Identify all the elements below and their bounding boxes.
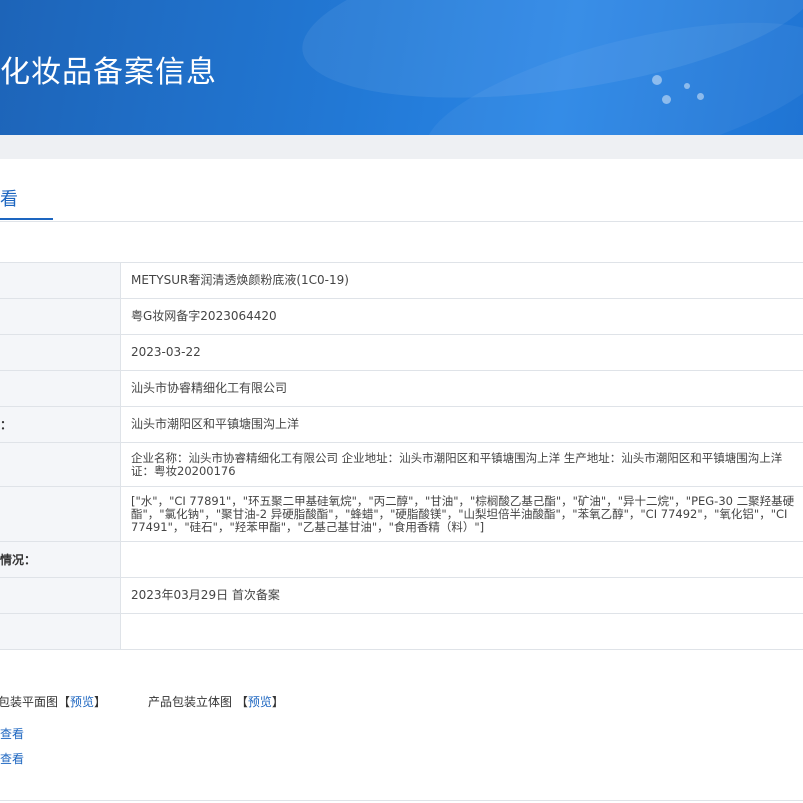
row-value: 汕头市协睿精细化工有限公司 (120, 370, 803, 407)
row-label: 情况： (0, 541, 121, 578)
banner-dot (684, 83, 690, 89)
stereo-package-picture: 产品包装立体图 【预览】 (148, 695, 284, 709)
tab-bar: 看 (0, 159, 803, 222)
row-label (0, 262, 121, 299)
row-value (120, 541, 803, 578)
row-value: 2023-03-22 (120, 334, 803, 371)
row-value: METYSUR奢润清透焕颜粉底液(1C0-19) (120, 262, 803, 299)
row-label (0, 613, 121, 650)
row-label (0, 442, 121, 487)
view-link[interactable]: 查看 (0, 750, 24, 767)
table-row: ["水"，"CI 77891"，"环五聚二甲基硅氧烷"，"丙二醇"，"甘油"，"… (0, 486, 803, 542)
row-label (0, 334, 121, 371)
banner-dot (662, 95, 671, 104)
row-label (0, 298, 121, 335)
row-label (0, 370, 121, 407)
row-label (0, 486, 121, 542)
banner-dot (652, 75, 662, 85)
table-row: 2023-03-22 (0, 334, 803, 371)
table-row: 企业名称：汕头市协睿精细化工有限公司 企业地址：汕头市潮阳区和平镇塘围沟上洋 生… (0, 442, 803, 487)
flat-package-picture: 包装平面图【预览】 (0, 695, 107, 709)
info-table: METYSUR奢润清透焕颜粉底液(1C0-19) 粤G妆网备字202306442… (0, 262, 803, 650)
banner-dot (697, 93, 704, 100)
table-row: 粤G妆网备字2023064420 (0, 298, 803, 335)
table-row: 情况： (0, 541, 803, 578)
preview-flat-link[interactable]: 预览 (70, 695, 94, 709)
table-row: 汕头市协睿精细化工有限公司 (0, 370, 803, 407)
flat-package-label: 包装平面图 (0, 695, 59, 709)
row-label: ： (0, 406, 121, 443)
header-banner: 化妆品备案信息 (0, 0, 803, 135)
divider (0, 800, 803, 801)
row-value: 企业名称：汕头市协睿精细化工有限公司 企业地址：汕头市潮阳区和平镇塘围沟上洋 生… (120, 442, 803, 487)
active-tab-indicator (0, 218, 53, 220)
view-link[interactable]: 查看 (0, 725, 24, 742)
row-value (120, 613, 803, 650)
table-row (0, 613, 803, 650)
table-row: ： 汕头市潮阳区和平镇塘围沟上洋 (0, 406, 803, 443)
page-title: 化妆品备案信息 (0, 55, 217, 90)
preview-stereo-link[interactable]: 预览 (248, 695, 272, 709)
separator-strip (0, 135, 803, 159)
stereo-package-label: 产品包装立体图 (148, 695, 233, 709)
tab-view[interactable]: 看 (0, 185, 18, 211)
row-value: 汕头市潮阳区和平镇塘围沟上洋 (120, 406, 803, 443)
row-value: ["水"，"CI 77891"，"环五聚二甲基硅氧烷"，"丙二醇"，"甘油"，"… (120, 486, 803, 542)
row-value: 粤G妆网备字2023064420 (120, 298, 803, 335)
table-row: 2023年03月29日 首次备案 (0, 577, 803, 614)
row-label (0, 577, 121, 614)
row-value: 2023年03月29日 首次备案 (120, 577, 803, 614)
table-row: METYSUR奢润清透焕颜粉底液(1C0-19) (0, 262, 803, 299)
